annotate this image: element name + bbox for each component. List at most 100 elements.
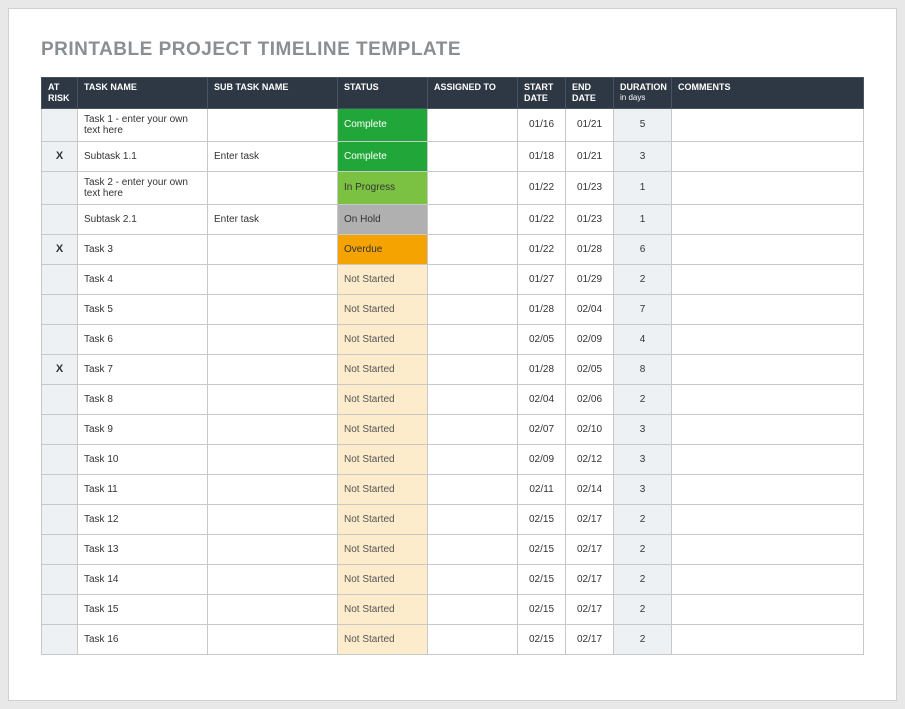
subtask-name-cell [208,624,338,654]
status-badge: Not Started [338,295,427,324]
comments-cell [672,444,864,474]
end-date-cell: 02/17 [566,504,614,534]
duration-cell: 5 [614,108,672,141]
assigned-cell [428,324,518,354]
start-date-cell: 02/09 [518,444,566,474]
end-date-cell: 02/17 [566,564,614,594]
header-duration-main: DURATION [620,82,667,92]
end-date-cell: 01/21 [566,108,614,141]
table-row: Task 10Not Started02/0902/123 [42,444,864,474]
assigned-cell [428,594,518,624]
comments-cell [672,234,864,264]
table-row: Subtask 2.1Enter taskOn Hold01/2201/231 [42,204,864,234]
comments-cell [672,474,864,504]
timeline-table: AT RISK TASK NAME SUB TASK NAME STATUS A… [41,77,864,655]
comments-cell [672,624,864,654]
assigned-cell [428,414,518,444]
header-assigned: ASSIGNED TO [428,78,518,109]
task-name-cell: Task 16 [78,624,208,654]
start-date-cell: 02/15 [518,534,566,564]
assigned-cell [428,534,518,564]
duration-cell: 1 [614,171,672,204]
table-row: XTask 3 Overdue 01/2201/286 [42,234,864,264]
risk-cell: X [42,141,78,171]
status-cell: Not Started [338,444,428,474]
end-date-cell: 02/14 [566,474,614,504]
status-badge: Overdue [338,235,427,264]
start-date-cell: 02/15 [518,594,566,624]
risk-cell [42,108,78,141]
comments-cell [672,294,864,324]
status-badge: In Progress [338,172,427,204]
assigned-cell [428,564,518,594]
end-date-cell: 02/10 [566,414,614,444]
start-date-cell: 01/28 [518,294,566,324]
comments-cell [672,324,864,354]
header-end: END DATE [566,78,614,109]
subtask-name-cell [208,171,338,204]
subtask-name-cell [208,324,338,354]
status-badge: Not Started [338,565,427,594]
header-at-risk: AT RISK [42,78,78,109]
end-date-cell: 01/21 [566,141,614,171]
end-date-cell: 02/06 [566,384,614,414]
status-cell: Not Started [338,624,428,654]
assigned-cell [428,204,518,234]
end-date-cell: 02/04 [566,294,614,324]
header-duration: DURATION in days [614,78,672,109]
assigned-cell [428,234,518,264]
assigned-cell [428,108,518,141]
status-cell: Not Started [338,414,428,444]
task-name-cell: Task 11 [78,474,208,504]
end-date-cell: 02/12 [566,444,614,474]
table-row: XTask 7Not Started01/2802/058 [42,354,864,384]
subtask-name-cell [208,444,338,474]
duration-cell: 2 [614,564,672,594]
status-badge: Not Started [338,265,427,294]
table-row: Task 12Not Started02/1502/172 [42,504,864,534]
risk-cell [42,264,78,294]
document-page: PRINTABLE PROJECT TIMELINE TEMPLATE AT R… [8,8,897,701]
status-badge: On Hold [338,205,427,234]
task-name-cell: Task 4 [78,264,208,294]
start-date-cell: 02/07 [518,414,566,444]
status-cell: Not Started [338,264,428,294]
status-cell: Complete [338,141,428,171]
task-name-cell: Task 2 - enter your own text here [78,171,208,204]
status-badge: Complete [338,109,427,141]
duration-cell: 1 [614,204,672,234]
duration-cell: 3 [614,414,672,444]
subtask-name-cell: Enter task [208,204,338,234]
end-date-cell: 02/09 [566,324,614,354]
assigned-cell [428,474,518,504]
table-body: Task 1 - enter your own text here Complet… [42,108,864,654]
risk-cell [42,624,78,654]
duration-cell: 2 [614,504,672,534]
risk-cell [42,171,78,204]
risk-cell [42,594,78,624]
comments-cell [672,108,864,141]
page-title: PRINTABLE PROJECT TIMELINE TEMPLATE [41,39,864,61]
assigned-cell [428,444,518,474]
duration-cell: 6 [614,234,672,264]
risk-cell [42,294,78,324]
task-name-cell: Task 13 [78,534,208,564]
end-date-cell: 01/28 [566,234,614,264]
status-cell: On Hold [338,204,428,234]
task-name-cell: Task 9 [78,414,208,444]
subtask-name-cell: Enter task [208,141,338,171]
comments-cell [672,354,864,384]
comments-cell [672,594,864,624]
risk-cell: X [42,234,78,264]
task-name-cell: Subtask 2.1 [78,204,208,234]
end-date-cell: 01/23 [566,204,614,234]
status-cell: Complete [338,108,428,141]
start-date-cell: 01/18 [518,141,566,171]
assigned-cell [428,624,518,654]
start-date-cell: 02/11 [518,474,566,504]
task-name-cell: Task 3 [78,234,208,264]
subtask-name-cell [208,108,338,141]
status-cell: Not Started [338,324,428,354]
task-name-cell: Task 1 - enter your own text here [78,108,208,141]
start-date-cell: 01/22 [518,234,566,264]
